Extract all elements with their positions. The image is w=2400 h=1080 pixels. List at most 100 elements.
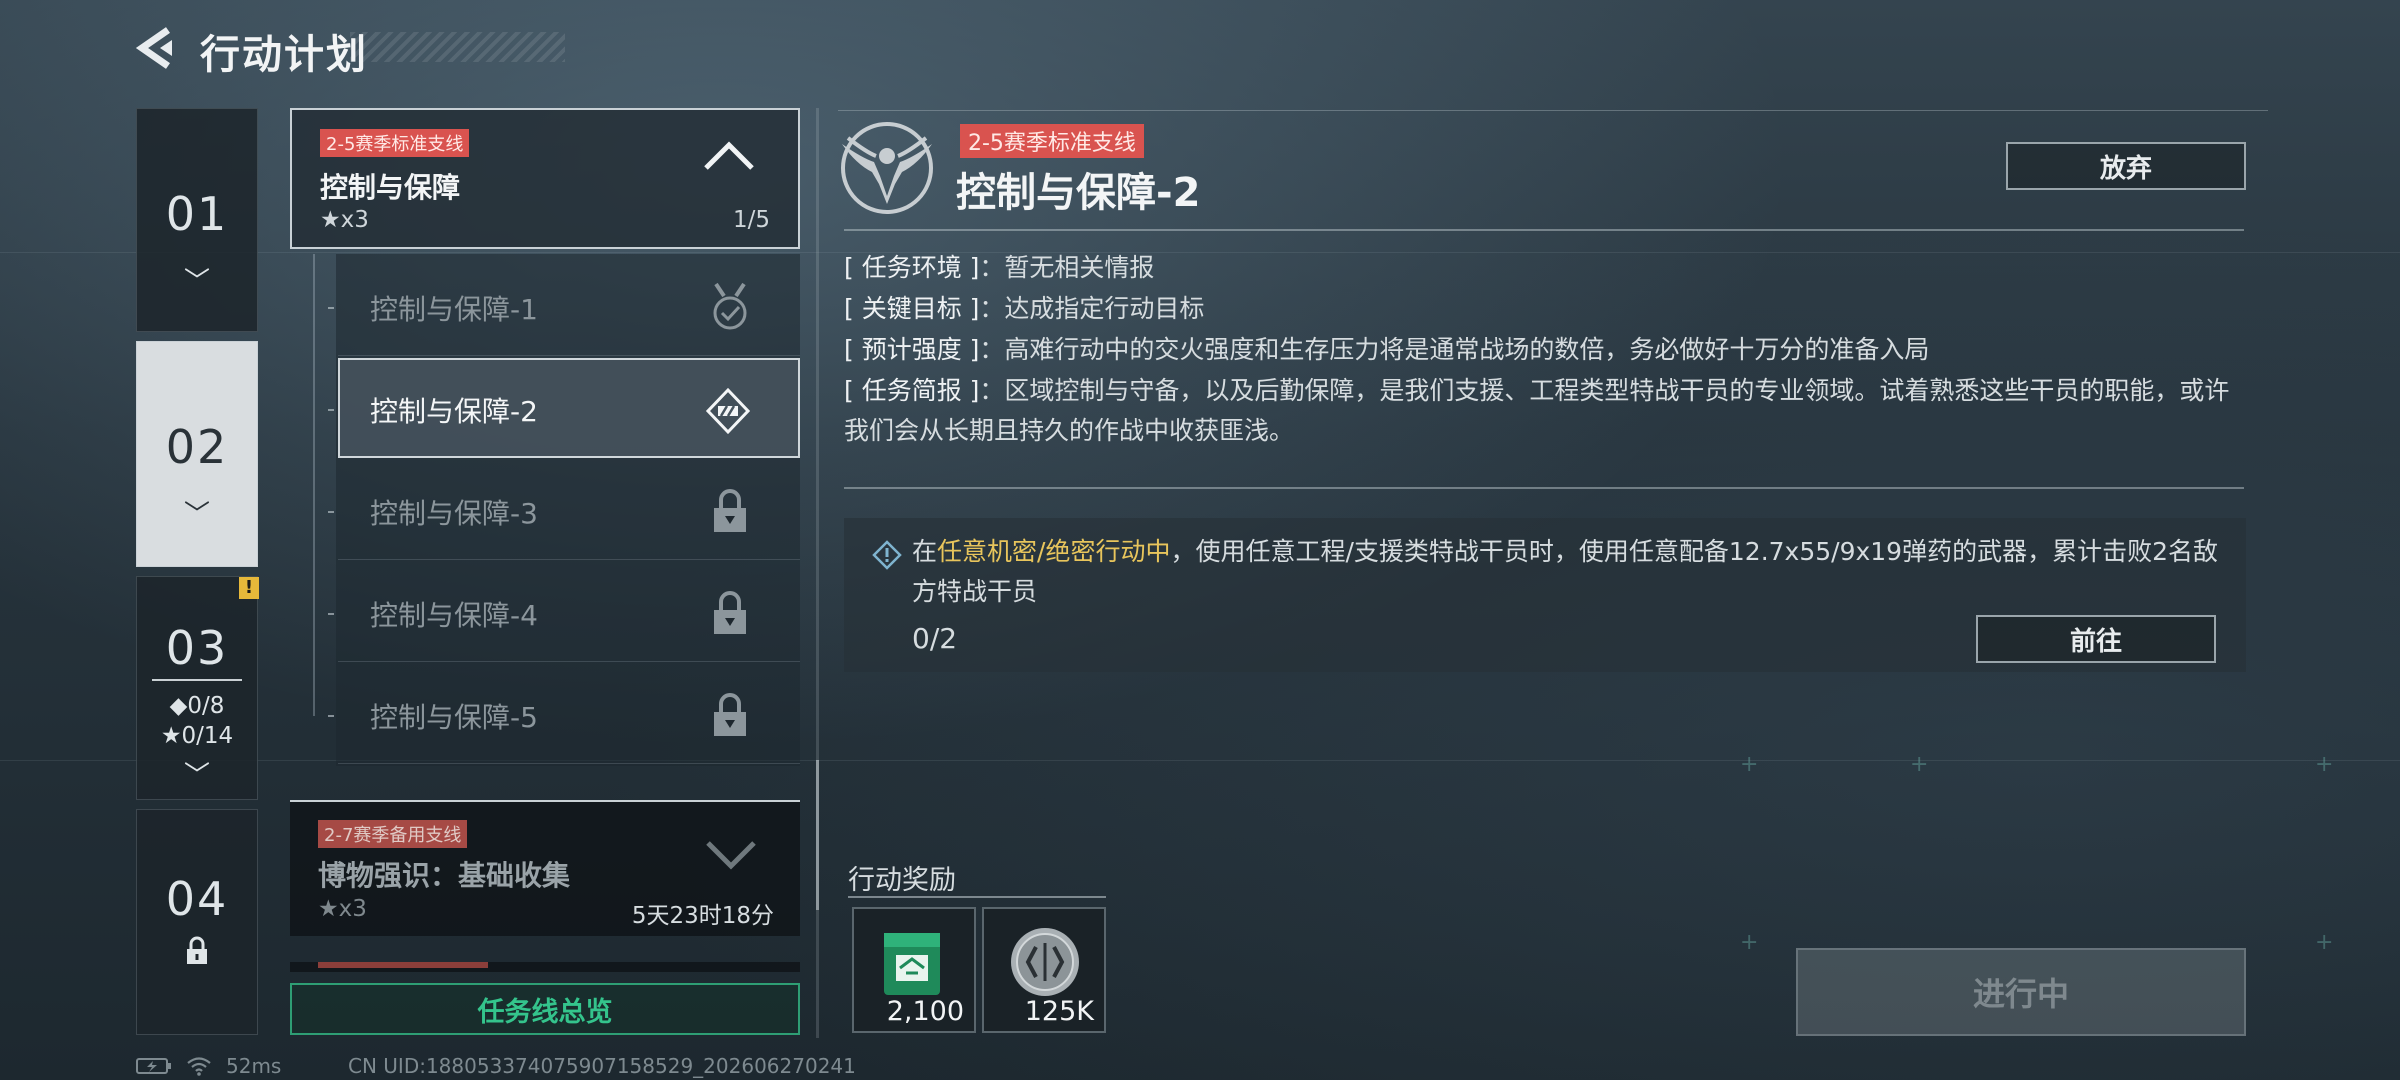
time-remaining: 5天23时18分: [631, 903, 774, 929]
chevron-down-icon: ﹀: [183, 267, 210, 297]
supply-crate-icon: [884, 933, 940, 995]
info-value: ：高难行动中的交火强度和生存压力将是通常战场的数倍，务必做好十万分的准备入局: [979, 335, 1930, 364]
chevron-down-icon: ﹀: [183, 761, 210, 791]
lock-icon: [187, 936, 207, 964]
chapter-number: 02: [165, 420, 229, 474]
task-highlight: 任意机密/绝密行动中: [937, 537, 1171, 566]
title-decoration: [350, 32, 565, 62]
chapter-tab-01[interactable]: 01 ﹀: [136, 108, 258, 332]
battery-icon: [136, 1058, 171, 1074]
user-uid: CN UID:18805337407590715852​9_2026062702…: [348, 1054, 856, 1078]
task-objective: 在任意机密/绝密行动中，使用任意工程/支援类特战干员时，使用任意配备12.7x5…: [844, 518, 2246, 672]
info-environment: [ 任务环境 ]：暂无相关情报: [844, 248, 1154, 288]
bg-cross-mark: +: [1740, 752, 1759, 777]
sub-mission-item-3[interactable]: 控制与保障-3: [338, 460, 800, 560]
season-tag: 2-5赛季标准支线: [960, 124, 1144, 158]
info-value: ：达成指定行动目标: [979, 294, 1205, 323]
tree-node: [328, 613, 334, 615]
in-progress-diamond-icon: [706, 387, 750, 435]
tree-node: [328, 715, 334, 717]
ping-value: 52ms: [226, 1054, 282, 1078]
chevron-down-icon[interactable]: [704, 838, 758, 870]
reward-amount: 125K: [1024, 996, 1094, 1027]
star-reward: ★x3: [318, 896, 367, 922]
chapter-tab-04[interactable]: 04: [136, 809, 258, 1035]
tree-node: [328, 511, 334, 513]
task-progress: 0/2: [912, 622, 958, 655]
info-value: ：暂无相关情报: [979, 253, 1155, 282]
objective-diamond-icon: [872, 540, 902, 570]
diamond-progress: ◆0/8: [169, 693, 225, 719]
divider: [838, 110, 2268, 111]
goto-button[interactable]: 前往: [1976, 615, 2216, 663]
sub-mission-item-1[interactable]: 控制与保障-1: [338, 256, 800, 356]
lock-icon: [714, 591, 746, 634]
abandon-button[interactable]: 放弃: [2006, 142, 2246, 190]
sub-mission-item-4[interactable]: 控制与保障-4: [338, 562, 800, 662]
sub-mission-label: 控制与保障-4: [370, 599, 538, 632]
sub-mission-label: 控制与保障-2: [370, 395, 538, 428]
mission-line-name: 博物强识：基础收集: [318, 859, 571, 892]
info-intensity: [ 预计强度 ]：高难行动中的交火强度和生存压力将是通常战场的数倍，务必做好十万…: [844, 330, 1929, 370]
chapter-number: 01: [165, 187, 229, 241]
sub-mission-item-2[interactable]: 控制与保障-2: [338, 358, 800, 458]
lock-icon: [714, 489, 746, 532]
info-key: [ 任务环境 ]: [844, 253, 980, 282]
task-prefix: 在: [912, 537, 938, 566]
chapter-number: 03: [165, 621, 229, 675]
sub-mission-label: 控制与保障-5: [370, 701, 538, 734]
sub-mission-item-5[interactable]: 控制与保障-5: [338, 664, 800, 764]
in-progress-button[interactable]: 进行中: [1796, 948, 2246, 1036]
mission-line-overview-button[interactable]: 任务线总览: [290, 983, 800, 1035]
reward-amount: 2,100: [886, 996, 964, 1027]
bg-grid-line: [0, 252, 2400, 253]
mission-line-name: 控制与保障: [320, 171, 461, 204]
sub-mission-label: 控制与保障-1: [370, 293, 538, 326]
season-tag: 2-7赛季备用支线: [318, 820, 468, 848]
chevron-down-icon: ﹀: [183, 500, 210, 530]
completed-medal-icon: [713, 282, 747, 330]
chapter-tab-03[interactable]: ! 03 ◆0/8 ★0/14 ﹀: [136, 576, 259, 800]
info-key: [ 关键目标 ]: [844, 294, 980, 323]
back-arrow-icon[interactable]: [132, 24, 176, 72]
divider: [844, 229, 2244, 231]
task-description: 在任意机密/绝密行动中，使用任意工程/支援类特战干员时，使用任意配备12.7x5…: [912, 532, 2232, 612]
chapter-tab-02[interactable]: 02 ﹀: [136, 341, 258, 567]
star-reward: ★x3: [320, 207, 369, 233]
divider: [844, 487, 2244, 489]
info-brief: [ 任务简报 ]：区域控制与守备，以及后勤保障，是我们支援、工程类型特战干员的专…: [844, 371, 2244, 451]
info-goal: [ 关键目标 ]：达成指定行动目标: [844, 289, 1204, 329]
status-bar: 52ms: [136, 1054, 281, 1078]
season-tag-peek: [318, 962, 488, 968]
chevron-up-icon[interactable]: [702, 140, 756, 172]
divider: [152, 679, 242, 681]
detail-tag-wrap: 2-5赛季标准支线: [960, 124, 1144, 158]
scrollbar-thumb[interactable]: [816, 760, 819, 910]
lock-icon: [714, 693, 746, 736]
star-progress: ★0/14: [160, 723, 234, 749]
eagle-emblem-icon: [841, 122, 933, 214]
reward-item[interactable]: 2,100: [852, 907, 976, 1033]
bg-cross-mark: +: [2315, 930, 2334, 955]
tree-node: [328, 307, 334, 309]
mission-title: 控制与保障-2: [956, 170, 1201, 216]
info-key: [ 预计强度 ]: [844, 335, 980, 364]
mission-line-header-2[interactable]: 2-7赛季备用支线 博物强识：基础收集 ★x3 5天23时18分: [290, 800, 800, 936]
silver-coin-icon: [1011, 928, 1079, 996]
divider: [848, 896, 1106, 898]
reward-item[interactable]: 125K: [982, 907, 1106, 1033]
info-key: [ 任务简报 ]: [844, 376, 980, 405]
warning-badge: !: [239, 577, 259, 599]
chapter-number: 04: [165, 872, 229, 926]
tree-connector: [313, 254, 315, 716]
bg-cross-mark: +: [1910, 752, 1929, 777]
wifi-icon: [187, 1057, 211, 1076]
tree-node: [328, 409, 334, 411]
rewards-title: 行动奖励: [848, 865, 956, 896]
season-tag: 2-5赛季标准支线: [320, 129, 470, 157]
page-title: 行动计划: [200, 32, 368, 78]
info-value: ：区域控制与守备，以及后勤保障，是我们支援、工程类型特战干员的专业领域。试着熟悉…: [844, 376, 2230, 445]
bg-cross-mark: +: [2315, 752, 2334, 777]
mission-line-header[interactable]: 2-5赛季标准支线 控制与保障 ★x3 1/5: [290, 108, 800, 249]
mission-line-progress: 1/5: [732, 207, 770, 233]
